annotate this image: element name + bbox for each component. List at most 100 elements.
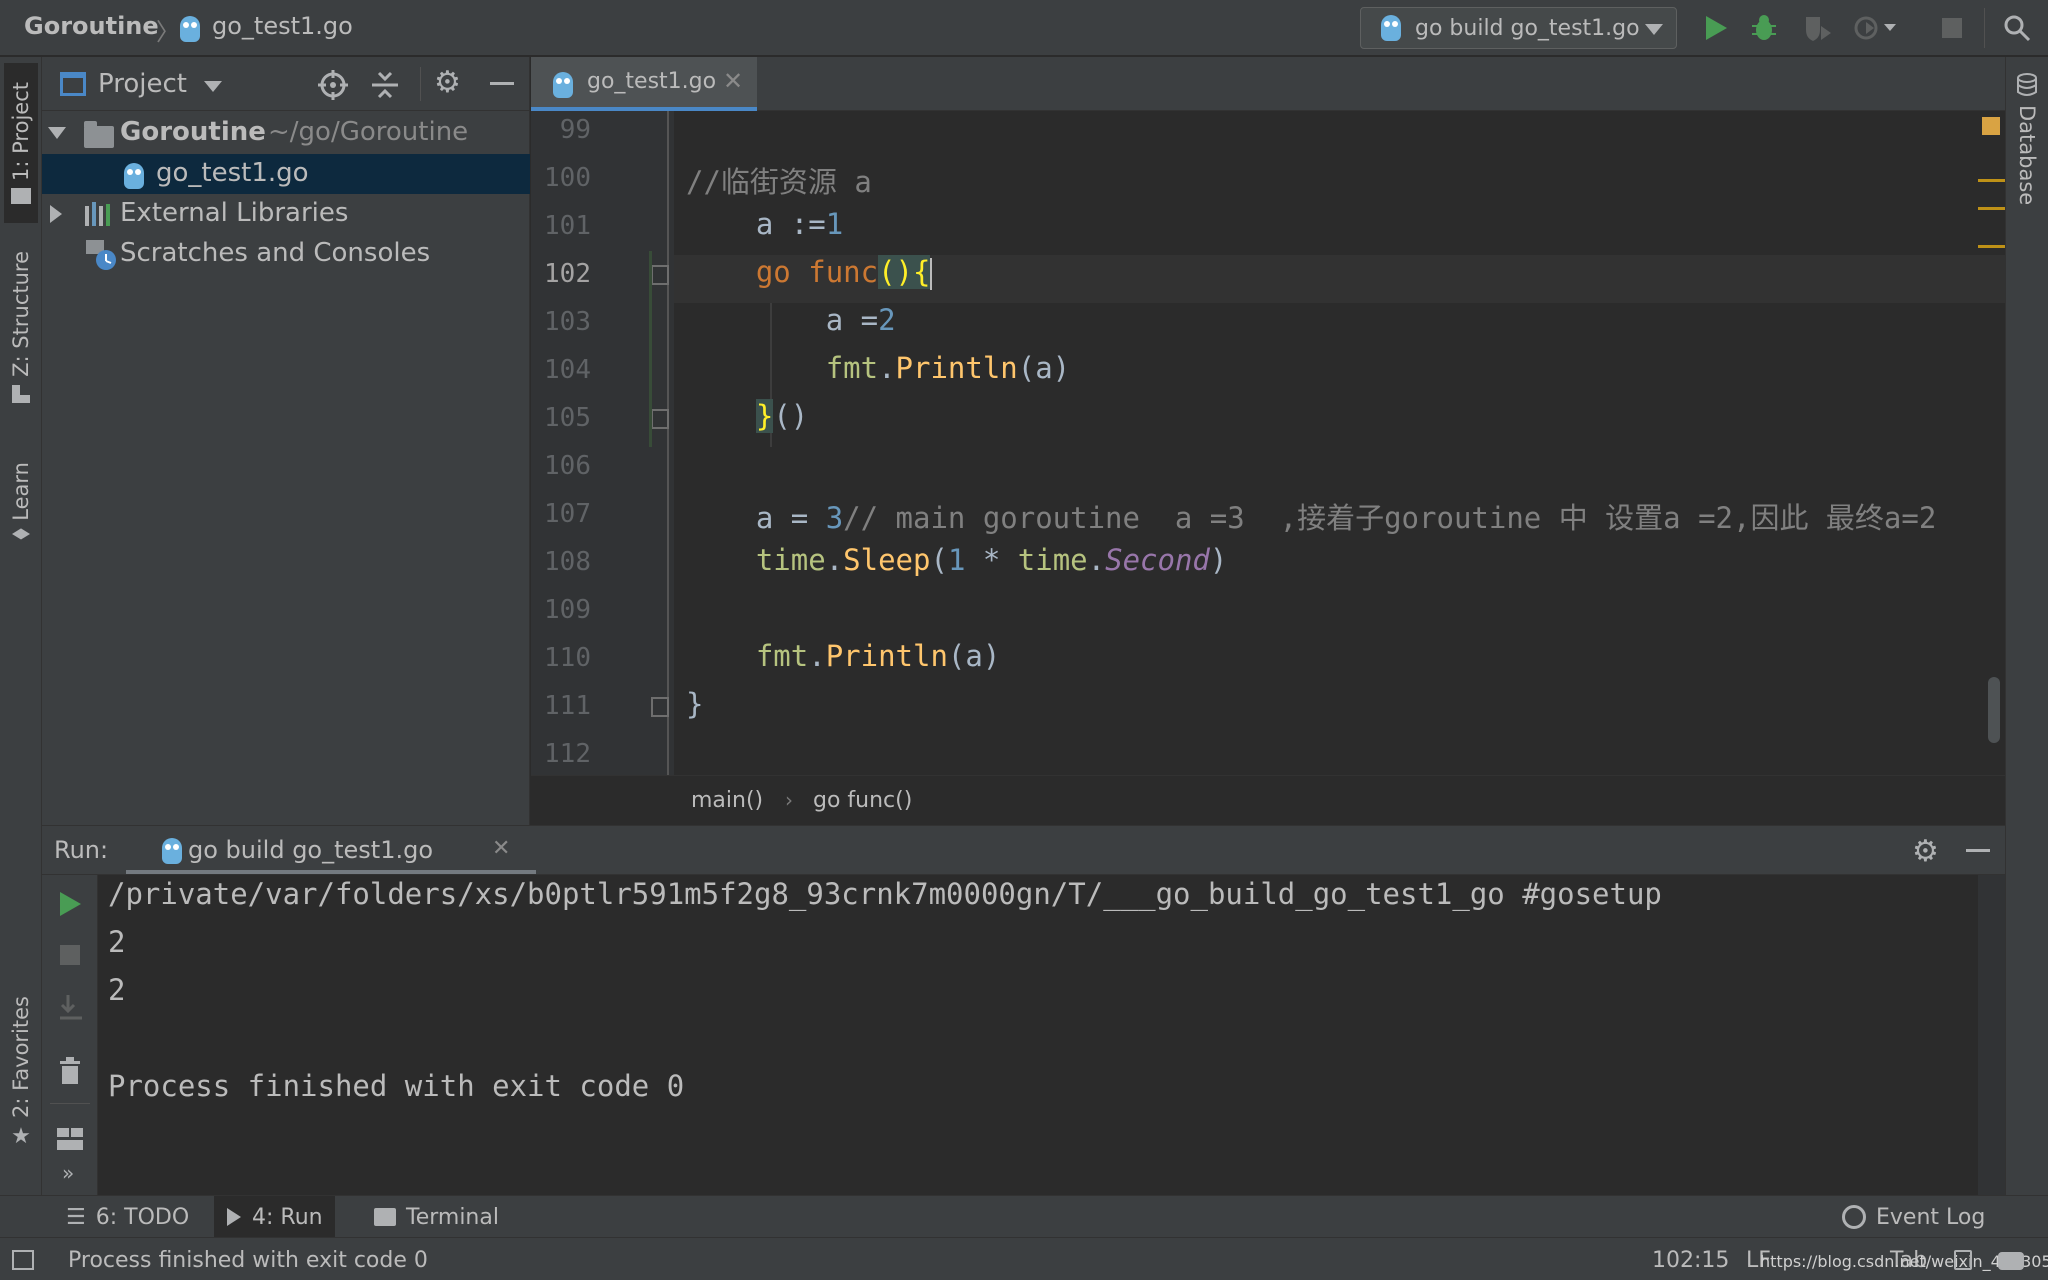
search-button[interactable] bbox=[2000, 12, 2034, 44]
editor-breadcrumb: main() › go func() bbox=[531, 775, 2005, 823]
warning-indicator-icon[interactable] bbox=[1982, 117, 2000, 135]
caret-position[interactable]: 102:15 bbox=[1652, 1248, 1729, 1273]
run-panel-header: Run: go build go_test1.go ✕ ⚙ bbox=[42, 825, 2005, 875]
code-token: time bbox=[1017, 543, 1088, 577]
fold-marker-icon[interactable] bbox=[651, 409, 669, 429]
code-token: } bbox=[755, 399, 774, 433]
go-file-icon bbox=[553, 72, 573, 98]
gear-icon[interactable]: ⚙ bbox=[1912, 834, 1939, 869]
minimize-icon[interactable] bbox=[1966, 849, 1990, 852]
tab-run-label: 4: Run bbox=[252, 1204, 323, 1230]
tree-item-scratches[interactable]: Scratches and Consoles bbox=[42, 234, 530, 274]
more-actions-icon[interactable]: » bbox=[62, 1161, 74, 1185]
vcs-change-marker bbox=[649, 251, 652, 447]
go-run-icon bbox=[162, 838, 182, 864]
line-number-gutter: 99 100 101 102 103 104 105 106 107 108 1… bbox=[531, 111, 674, 775]
editor-scrollbar-thumb[interactable] bbox=[1988, 677, 2000, 743]
rerun-icon[interactable] bbox=[58, 891, 82, 917]
gear-icon[interactable]: ⚙ bbox=[434, 65, 461, 100]
tool-windows-toggle-icon[interactable] bbox=[12, 1250, 34, 1270]
tab-run[interactable]: 4: Run bbox=[214, 1196, 335, 1238]
line-number: 112 bbox=[544, 739, 591, 769]
lock-icon[interactable] bbox=[1954, 1250, 1972, 1270]
tab-database[interactable]: Database bbox=[2010, 73, 2044, 273]
close-icon[interactable]: ✕ bbox=[723, 67, 743, 95]
breadcrumb-main[interactable]: main() bbox=[691, 788, 763, 813]
breadcrumb-project[interactable]: Goroutine bbox=[24, 12, 159, 40]
tree-item-file[interactable]: go_test1.go bbox=[42, 154, 530, 194]
tab-favorites-label: 2: Favorites bbox=[9, 995, 33, 1118]
tab-learn[interactable]: Learn bbox=[4, 447, 38, 557]
notifications-icon[interactable] bbox=[1998, 1252, 2024, 1270]
warning-marker[interactable] bbox=[1978, 207, 2005, 210]
navigation-bar: Goroutine 〉 go_test1.go go build go_test… bbox=[0, 0, 2048, 56]
code-editor[interactable]: //临街资源 a a :=1 go func(){ a =2 fmt.Print… bbox=[674, 111, 2005, 775]
collapse-all-icon[interactable] bbox=[370, 70, 400, 100]
project-view-title[interactable]: Project bbox=[98, 69, 187, 99]
code-token: Sleep bbox=[843, 543, 931, 577]
fold-marker-icon[interactable] bbox=[651, 697, 669, 717]
line-number: 101 bbox=[544, 211, 591, 241]
run-configuration-select[interactable]: go build go_test1.go bbox=[1360, 7, 1677, 49]
profile-button[interactable] bbox=[1852, 12, 1900, 44]
warning-marker[interactable] bbox=[1978, 179, 2005, 182]
console-line: Process finished with exit code 0 bbox=[108, 1069, 685, 1103]
library-icon bbox=[85, 202, 110, 226]
tab-project[interactable]: 1: Project bbox=[4, 63, 38, 223]
tree-root-label: Goroutine bbox=[120, 117, 266, 147]
tab-project-label: 1: Project bbox=[9, 81, 33, 181]
code-token: . bbox=[1087, 543, 1106, 577]
console-output[interactable]: /private/var/folders/xs/b0ptlr591m5f2g8_… bbox=[98, 875, 2005, 1195]
console-scrollbar[interactable] bbox=[1978, 875, 2005, 1195]
stop-button[interactable] bbox=[1940, 14, 1964, 42]
code-line-103: a =2 bbox=[686, 303, 896, 337]
code-token: fmt bbox=[825, 351, 879, 385]
database-icon bbox=[2017, 73, 2037, 96]
stop-icon bbox=[1942, 18, 1962, 38]
terminal-icon bbox=[374, 1208, 396, 1226]
error-stripe[interactable] bbox=[1978, 111, 2005, 775]
coverage-button[interactable] bbox=[1800, 12, 1836, 44]
console-line: 2 bbox=[108, 925, 126, 959]
breadcrumb-file[interactable]: go_test1.go bbox=[212, 12, 353, 40]
run-tab-label: go build go_test1.go bbox=[188, 836, 434, 864]
tree-item-external-libraries[interactable]: External Libraries bbox=[42, 194, 530, 234]
left-tool-strip: 1: Project Z: Structure Learn 2: Favorit… bbox=[0, 57, 42, 1195]
minimize-icon[interactable] bbox=[490, 82, 514, 85]
line-number: 107 bbox=[544, 499, 591, 529]
locate-icon[interactable] bbox=[318, 70, 348, 100]
text-caret bbox=[930, 258, 933, 290]
run-tab[interactable]: go build go_test1.go ✕ bbox=[126, 826, 536, 874]
breadcrumb-go-func[interactable]: go func() bbox=[813, 788, 912, 813]
trash-icon[interactable] bbox=[58, 1057, 82, 1085]
tab-terminal[interactable]: Terminal bbox=[362, 1196, 511, 1238]
star-icon: ★ bbox=[11, 1123, 31, 1149]
run-button[interactable] bbox=[1700, 12, 1732, 44]
stop-icon[interactable] bbox=[60, 945, 80, 965]
warning-marker[interactable] bbox=[1978, 245, 2005, 248]
tab-favorites[interactable]: 2: Favorites ★ bbox=[4, 996, 38, 1149]
code-token: //临街资源 a bbox=[686, 165, 872, 199]
run-panel-label: Run: bbox=[54, 836, 109, 864]
fold-marker-icon[interactable] bbox=[651, 265, 669, 285]
chevron-down-icon[interactable] bbox=[204, 81, 222, 92]
tree-item-root[interactable]: Goroutine ~/go/Goroutine bbox=[42, 113, 530, 153]
code-token: a = bbox=[755, 501, 826, 535]
scroll-to-end-icon[interactable] bbox=[58, 993, 84, 1021]
layout-icon[interactable] bbox=[56, 1127, 84, 1151]
collapsed-arrow-icon bbox=[50, 205, 62, 223]
header-divider bbox=[420, 67, 421, 101]
close-icon[interactable]: ✕ bbox=[492, 836, 510, 861]
tree-scratches-label: Scratches and Consoles bbox=[120, 238, 431, 268]
status-message: Process finished with exit code 0 bbox=[68, 1248, 428, 1273]
code-token: } bbox=[686, 687, 704, 721]
tab-todo[interactable]: ☰ 6: TODO bbox=[54, 1196, 201, 1238]
editor-tab-go-test1[interactable]: go_test1.go ✕ bbox=[531, 57, 757, 111]
status-bar: Process finished with exit code 0 102:15… bbox=[0, 1237, 2048, 1280]
tab-event-log-label: Event Log bbox=[1876, 1204, 1986, 1230]
tool-window-bar: ☰ 6: TODO 4: Run Terminal Event Log bbox=[0, 1195, 2048, 1238]
debug-button[interactable] bbox=[1748, 12, 1780, 44]
tab-structure[interactable]: Z: Structure bbox=[4, 247, 38, 407]
play-icon bbox=[1706, 16, 1727, 40]
tab-event-log[interactable]: Event Log bbox=[1830, 1196, 1997, 1238]
